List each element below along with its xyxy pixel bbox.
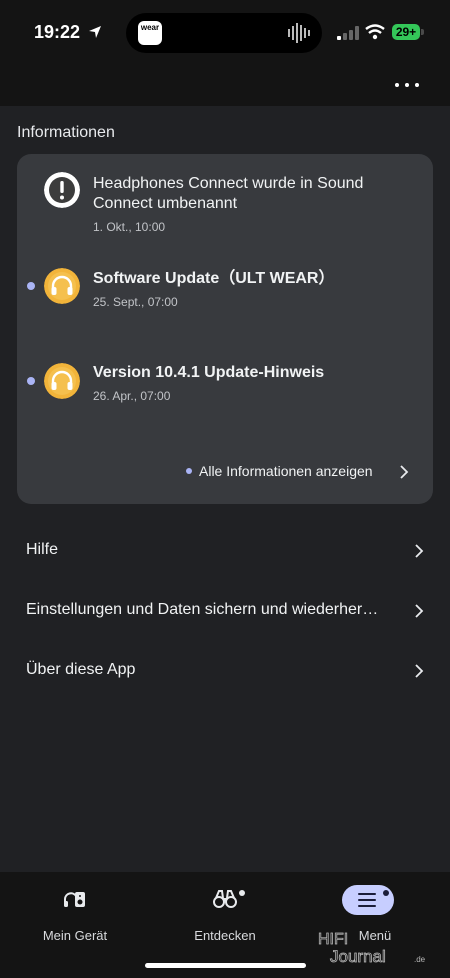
alert-icon xyxy=(44,172,80,208)
binoculars-icon xyxy=(213,890,237,908)
section-title: Informationen xyxy=(17,124,115,141)
info-item-date: 26. Apr., 07:00 xyxy=(93,389,171,403)
more-options-button[interactable] xyxy=(392,70,422,100)
watermark-line-1: HIFI xyxy=(318,931,348,948)
active-tab-indicator xyxy=(342,885,394,915)
nav-tab-my-device[interactable]: Mein Gerät xyxy=(15,882,135,943)
show-all-information-label: Alle Informationen anzeigen xyxy=(199,463,373,479)
island-app-icon: wear xyxy=(138,21,162,45)
headphones-icon xyxy=(44,268,80,304)
info-item-rename-notice[interactable]: Headphones Connect wurde in Sound Connec… xyxy=(17,172,433,242)
nav-badge-dot xyxy=(383,890,389,896)
menu-item-label: Über diese App xyxy=(26,661,136,678)
information-card: Headphones Connect wurde in Sound Connec… xyxy=(17,154,433,504)
nav-tab-discover[interactable]: Entdecken xyxy=(165,882,285,943)
nav-tab-label: Entdecken xyxy=(194,928,256,943)
wifi-icon xyxy=(365,24,385,40)
audio-waveform-icon xyxy=(288,23,310,43)
nav-badge-dot xyxy=(239,890,245,896)
chevron-right-icon xyxy=(415,604,424,618)
chevron-right-icon xyxy=(400,465,409,479)
menu-icon xyxy=(358,893,376,907)
headphones-icon xyxy=(44,363,80,399)
watermark-suffix: .de xyxy=(414,955,426,964)
unread-dot xyxy=(27,282,35,290)
unread-dot xyxy=(27,377,35,385)
device-icon xyxy=(64,892,85,907)
info-item-title: Software Update（ULT WEAR） xyxy=(93,270,335,287)
location-arrow-icon xyxy=(89,26,101,38)
cellular-signal-icon xyxy=(337,26,359,40)
menu-item-label: Einstellungen und Daten sichern und wied… xyxy=(26,601,379,618)
island-app-label: wear xyxy=(140,23,160,32)
nav-tab-label: Mein Gerät xyxy=(42,928,108,943)
chevron-right-icon xyxy=(415,544,424,558)
status-bar: 19:22 wear 29+ xyxy=(0,0,450,66)
info-item-date: 25. Sept., 07:00 xyxy=(93,295,178,309)
battery-indicator: 29+ xyxy=(392,24,420,40)
home-indicator[interactable] xyxy=(145,963,306,968)
watermark-line-2: Journal xyxy=(330,947,386,966)
status-time: 19:22 xyxy=(34,22,81,42)
link-dot xyxy=(186,468,192,474)
hifi-journal-watermark: HIFI Journal .de xyxy=(318,931,426,966)
info-item-version-notice[interactable]: Version 10.4.1 Update-Hinweis 26. Apr., … xyxy=(17,362,433,408)
menu-item-about-app[interactable]: Über diese App xyxy=(0,645,450,699)
info-item-date: 1. Okt., 10:00 xyxy=(93,220,166,234)
info-item-title: Headphones Connect wurde in Sound Connec… xyxy=(93,175,364,212)
chevron-right-icon xyxy=(415,664,424,678)
dynamic-island: wear xyxy=(126,13,322,53)
menu-item-help[interactable]: Hilfe xyxy=(0,525,450,579)
info-item-software-update[interactable]: Software Update（ULT WEAR） 25. Sept., 07:… xyxy=(17,268,433,314)
menu-item-backup-restore[interactable]: Einstellungen und Daten sichern und wied… xyxy=(0,585,450,639)
info-item-title: Version 10.4.1 Update-Hinweis xyxy=(93,364,325,381)
top-bar xyxy=(0,66,450,106)
menu-item-label: Hilfe xyxy=(26,541,59,558)
battery-tip xyxy=(421,29,424,35)
